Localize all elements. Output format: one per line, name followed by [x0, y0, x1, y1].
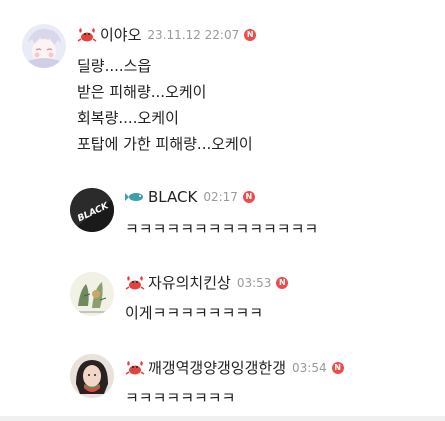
timestamp: 02:17 [203, 190, 238, 204]
avatar[interactable] [70, 272, 114, 316]
crab-icon [125, 360, 145, 376]
comment-body: ㅋㅋㅋㅋㅋㅋㅋㅋㅋㅋㅋㅋㅋㅋ [125, 216, 318, 242]
avatar[interactable] [22, 24, 66, 68]
comment-line: 받은 피해량...오케이 [77, 83, 207, 101]
crab-icon [77, 27, 97, 43]
comment-body: ㅋㅋㅋㅋㅋㅋㅋㅋ [125, 385, 235, 411]
comment-line: 이게ㅋㅋㅋㅋㅋㅋㅋㅋ [125, 304, 264, 322]
comment-line: ㅋㅋㅋㅋㅋㅋㅋㅋㅋㅋㅋㅋㅋㅋ [125, 220, 319, 238]
reply-item: 자유의치킨상 03:53 N 이게ㅋㅋㅋㅋㅋㅋㅋㅋ [0, 250, 445, 330]
new-badge: N [331, 361, 344, 374]
timestamp: 03:54 [292, 360, 327, 375]
comment-body: 이게ㅋㅋㅋㅋㅋㅋㅋㅋ [125, 300, 263, 326]
comment-line: 회복량....오케이 [77, 109, 179, 127]
comment-item: 이야오 23.11.12 22:07 N 딜량....스읍 받은 피해량...오… [0, 0, 445, 170]
timestamp: 03:53 [236, 275, 272, 290]
avatar[interactable] [70, 354, 114, 398]
nick-line: 자유의치킨상 03:53 N [125, 272, 289, 293]
comment-line: 딜량....스읍 [77, 57, 152, 75]
reply-item: 깨갱역갱양갱잉갱한갱 03:54 N ㅋㅋㅋㅋㅋㅋㅋㅋ [0, 330, 445, 416]
crab-icon [125, 275, 145, 291]
nick-line: BLACK 02:17 N [125, 188, 255, 206]
avatar[interactable]: BLACK [70, 188, 114, 232]
reply-item: BLACK BLACK 02:17 N ㅋㅋㅋㅋㅋㅋㅋㅋㅋㅋㅋㅋㅋㅋ [0, 170, 445, 250]
fish-icon [125, 189, 145, 205]
new-badge: N [276, 276, 289, 289]
nickname[interactable]: 이야오 [100, 24, 141, 45]
comment-body: 딜량....스읍 받은 피해량...오케이 회복량....오케이 포탑에 가한 … [77, 53, 253, 157]
nickname[interactable]: 깨갱역갱양갱잉갱한갱 [148, 357, 286, 378]
nick-line: 깨갱역갱양갱잉갱한갱 03:54 N [125, 357, 344, 378]
timestamp: 23.11.12 22:07 [147, 27, 240, 42]
new-badge: N [242, 191, 255, 203]
bottom-divider [0, 416, 445, 421]
nick-line: 이야오 23.11.12 22:07 N [77, 24, 257, 45]
nickname[interactable]: 자유의치킨상 [148, 272, 231, 293]
comment-line: 포탑에 가한 피해량...오케이 [77, 135, 253, 153]
nickname[interactable]: BLACK [148, 188, 197, 206]
comment-line: ㅋㅋㅋㅋㅋㅋㅋㅋ [125, 389, 236, 407]
comment-thread: 이야오 23.11.12 22:07 N 딜량....스읍 받은 피해량...오… [0, 0, 445, 421]
new-badge: N [244, 28, 257, 41]
